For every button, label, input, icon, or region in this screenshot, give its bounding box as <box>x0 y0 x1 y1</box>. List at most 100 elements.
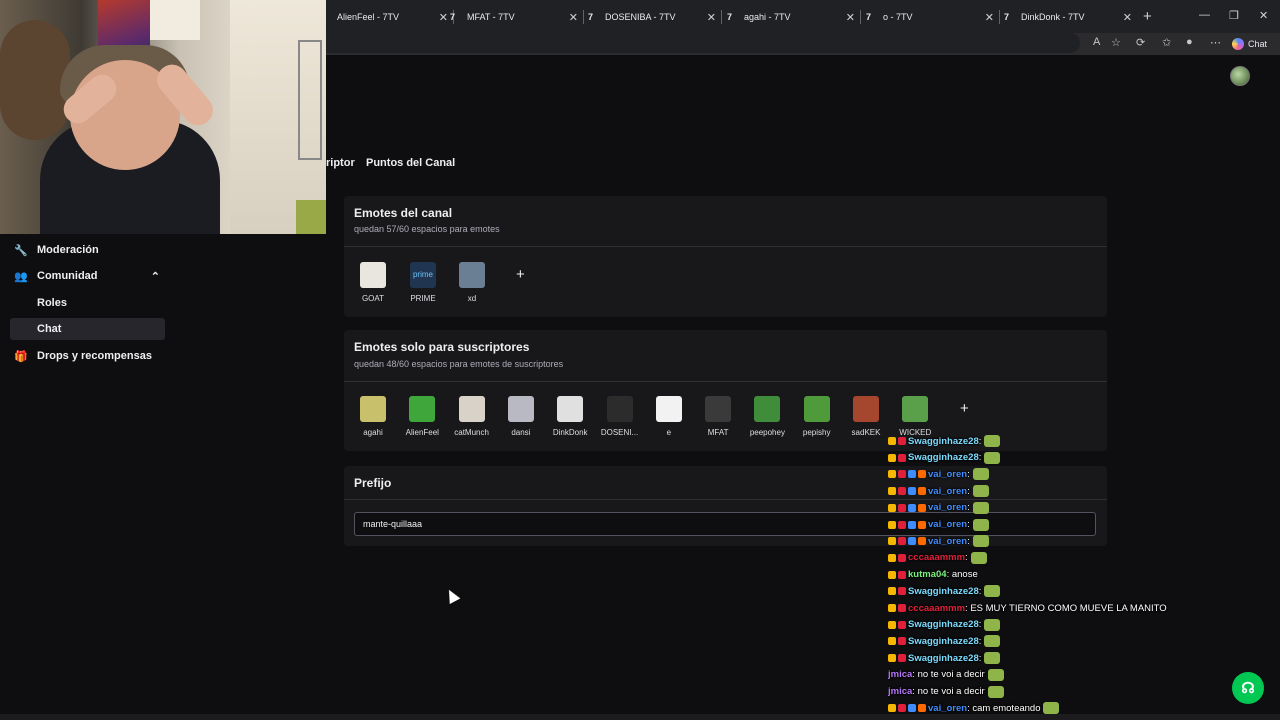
chat-username[interactable]: vai_oren <box>928 486 967 497</box>
tab-subscriptor[interactable]: riptor <box>326 157 355 169</box>
browser-tab[interactable]: 7 DinkDonk - 7TV ✕ <box>1000 6 1136 28</box>
chat-badge-icon <box>898 520 906 529</box>
chat-text: : anose <box>946 569 978 581</box>
chat-text: : cam emoteando <box>967 702 1041 714</box>
chat-username[interactable]: jmica <box>888 686 912 697</box>
emote-tile[interactable]: dansi <box>496 396 546 437</box>
chat-badge-icon <box>888 537 896 546</box>
restore-icon[interactable]: ❐ <box>1229 9 1239 22</box>
chat-username[interactable]: Swagginhaze28 <box>908 636 979 647</box>
close-icon[interactable]: ✕ <box>985 11 994 24</box>
chat-badge-icon <box>908 537 916 546</box>
browser-tab[interactable]: 7TV AlienFeel - 7TV ✕ <box>316 6 454 28</box>
chat-username[interactable]: Swagginhaze28 <box>908 653 979 664</box>
chat-text: : <box>978 619 982 631</box>
emote-tile[interactable]: DinkDonk <box>545 396 595 437</box>
favorite-star-icon[interactable]: ☆ <box>1111 36 1121 49</box>
emote-tile[interactable]: peepohey <box>742 396 792 437</box>
emote-tile[interactable]: DOSENI... <box>595 396 645 437</box>
chat-badge-icon <box>888 604 896 612</box>
browser-tab[interactable]: 7 o - 7TV ✕ <box>862 6 1000 28</box>
emote-tile[interactable]: xd <box>447 262 497 303</box>
emote-tile[interactable]: catMunch <box>447 396 497 437</box>
emote-label: sadKEK <box>851 428 881 437</box>
chat-message: vai_oren: <box>888 501 989 515</box>
chat-badge-icon <box>898 587 906 596</box>
close-icon[interactable]: ✕ <box>707 11 716 24</box>
profile-icon[interactable]: ● <box>1186 36 1193 48</box>
more-options-icon[interactable]: ⋯ <box>1210 36 1221 49</box>
emote-tile[interactable]: prime PRIME <box>398 262 448 303</box>
emote-tile[interactable]: MFAT <box>693 396 743 437</box>
chat-text: : no te voi a decir <box>912 669 985 681</box>
new-tab-button[interactable]: + <box>1143 8 1152 25</box>
sidebar-item-chat[interactable]: Chat <box>37 318 61 340</box>
card-subtitle: quedan 48/60 espacios para emotes de sus… <box>354 359 564 369</box>
emote-tile[interactable]: AlienFeel <box>397 396 447 437</box>
chat-username[interactable]: vai_oren <box>928 519 967 530</box>
chat-message: vai_oren: <box>888 467 989 481</box>
read-aloud-icon[interactable]: A <box>1093 36 1100 48</box>
chat-username[interactable]: cccaaammm <box>908 552 965 563</box>
copilot-chat-button[interactable]: Chat <box>1232 35 1267 53</box>
emote-label: DinkDonk <box>552 428 588 437</box>
emote-tile[interactable]: agahi <box>348 396 398 437</box>
emote-tile[interactable]: pepishy <box>792 396 842 437</box>
mouse-cursor <box>443 586 461 605</box>
chat-username[interactable]: kutma04 <box>908 569 947 580</box>
favorites-icon[interactable]: ✩ <box>1162 36 1171 49</box>
close-icon[interactable]: ✕ <box>846 11 855 24</box>
emote-image <box>360 396 386 422</box>
browser-tab[interactable]: 7 agahi - 7TV ✕ <box>723 6 861 28</box>
minimize-icon[interactable]: — <box>1199 9 1210 21</box>
avatar[interactable] <box>1230 66 1250 86</box>
chat-badge-icon <box>908 704 916 713</box>
add-emote-button[interactable]: + <box>960 400 969 417</box>
chat-username[interactable]: Swagginhaze28 <box>908 619 979 630</box>
chat-username[interactable]: vai_oren <box>928 469 967 480</box>
chat-username[interactable]: vai_oren <box>928 703 967 714</box>
7tv-icon: 7 <box>866 12 872 22</box>
gift-icon: 🎁 <box>14 350 28 363</box>
chat-username[interactable]: jmica <box>888 669 912 680</box>
chat-badge-icon <box>898 537 906 546</box>
add-emote-button[interactable]: + <box>516 266 525 283</box>
chevron-up-icon[interactable]: ⌃ <box>151 270 160 283</box>
sidebar-item-community[interactable]: 👥 Comunidad ⌃ <box>14 265 164 287</box>
help-button[interactable]: ☊ <box>1232 672 1264 704</box>
chat-username[interactable]: Swagginhaze28 <box>908 452 979 463</box>
sidebar-item-roles[interactable]: Roles <box>37 292 67 314</box>
close-icon[interactable]: ✕ <box>1123 11 1132 24</box>
chat-message: vai_oren: <box>888 518 989 532</box>
chat-username[interactable]: vai_oren <box>928 536 967 547</box>
sidebar-item-drops[interactable]: 🎁 Drops y recompensas <box>14 345 152 367</box>
close-icon[interactable]: ✕ <box>569 11 578 24</box>
chat-badge-icon <box>898 437 906 445</box>
emote-label: DOSENI... <box>600 428 639 437</box>
browser-tab[interactable]: 7 DOSENIBA - 7TV ✕ <box>584 6 722 28</box>
chat-username[interactable]: Swagginhaze28 <box>908 436 979 447</box>
emote-image <box>409 396 436 422</box>
chat-badge-icon <box>898 487 906 496</box>
browser-tab[interactable]: 7 MFAT - 7TV ✕ <box>446 6 584 28</box>
chat-username[interactable]: Swagginhaze28 <box>908 586 979 597</box>
chat-text: : no te voi a decir <box>912 686 985 697</box>
chat-message: Swagginhaze28: <box>888 434 1001 448</box>
chat-badge-icon <box>888 470 896 479</box>
chat-username[interactable]: vai_oren <box>928 502 967 513</box>
chat-username[interactable]: cccaaammm <box>908 603 965 614</box>
chat-badge-icon <box>888 587 896 596</box>
chat-button-label: Chat <box>1248 39 1268 49</box>
refresh-icon[interactable]: ⟳ <box>1136 36 1145 49</box>
chat-badge-icon <box>888 520 896 529</box>
sidebar-item-moderation[interactable]: 🔧 Moderación <box>14 239 99 261</box>
chat-text: : <box>967 502 970 514</box>
emote-image <box>655 396 682 422</box>
tab-channel-points[interactable]: Puntos del Canal <box>366 157 455 169</box>
emote-tile[interactable]: sadKEK <box>841 396 891 437</box>
close-window-icon[interactable]: ✕ <box>1259 9 1268 22</box>
chat-text: : <box>978 452 982 464</box>
emote-tile[interactable]: e <box>644 396 694 437</box>
emote-image <box>557 396 584 422</box>
emote-tile[interactable]: GOAT <box>348 262 398 303</box>
